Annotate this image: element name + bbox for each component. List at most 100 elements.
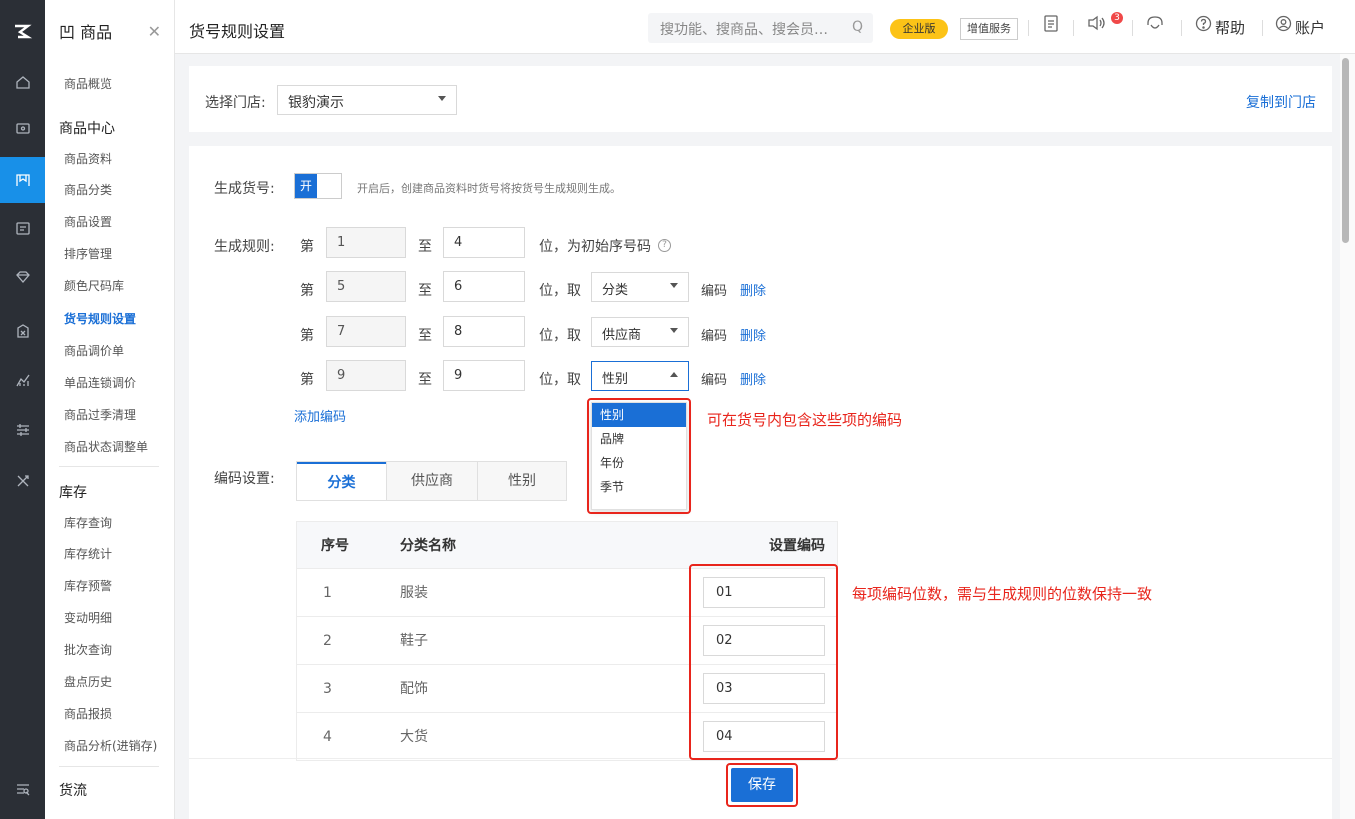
nav-item[interactable]: 商品概览 xyxy=(64,75,112,92)
nav-item[interactable]: 单品连锁调价 xyxy=(64,374,136,391)
close-icon[interactable]: ✕ xyxy=(148,22,161,41)
rule-take: 位，取 xyxy=(539,283,581,299)
stats-icon[interactable] xyxy=(0,308,45,354)
member-card-icon[interactable] xyxy=(0,205,45,251)
nav-divider xyxy=(59,466,159,467)
nav-item[interactable]: 商品分析(进销存) xyxy=(64,737,157,754)
nav-section[interactable]: 商品中心 xyxy=(59,118,115,138)
nav-item[interactable]: 库存预警 xyxy=(64,577,112,594)
nav-item[interactable]: 商品设置 xyxy=(64,213,112,230)
rule-to-input[interactable]: 8 xyxy=(443,316,525,347)
filter-icon[interactable] xyxy=(0,407,45,453)
value-service-button[interactable]: 增值服务 xyxy=(960,18,1018,40)
goods-icon[interactable] xyxy=(0,157,45,203)
rule-type-value: 性别 xyxy=(602,372,629,387)
scrollbar-thumb[interactable] xyxy=(1342,58,1349,243)
row-no: 2 xyxy=(323,633,332,649)
rule-di: 第 xyxy=(300,239,314,255)
delete-link[interactable]: 删除 xyxy=(740,280,766,299)
question-icon[interactable]: ? xyxy=(658,239,671,252)
search-input[interactable]: 搜功能、搜商品、搜会员… Q xyxy=(648,13,873,43)
search-icon[interactable]: Q xyxy=(852,19,863,35)
chart-icon[interactable] xyxy=(0,357,45,403)
nav-item[interactable]: 批次查询 xyxy=(64,641,112,658)
nav-item[interactable]: 商品调价单 xyxy=(64,342,124,359)
add-code-link[interactable]: 添加编码 xyxy=(294,406,346,425)
home-icon[interactable] xyxy=(0,59,45,105)
rule-type-select[interactable]: 分类 xyxy=(591,272,689,302)
nav-item-active[interactable]: 货号规则设置 xyxy=(64,310,136,327)
clipboard-icon[interactable] xyxy=(1043,14,1059,36)
rule-to-input[interactable]: 4 xyxy=(443,227,525,258)
rule-take: 位，取 xyxy=(539,328,581,344)
nav-item[interactable]: 商品资料 xyxy=(64,150,112,167)
row-name: 配饰 xyxy=(400,681,428,697)
rule-di: 第 xyxy=(300,328,314,344)
divider xyxy=(1028,20,1029,36)
chevron-down-icon xyxy=(670,328,678,333)
generate-toggle[interactable]: 开 xyxy=(294,173,342,199)
logo-icon[interactable] xyxy=(0,0,45,62)
delete-link[interactable]: 删除 xyxy=(740,325,766,344)
nav-item[interactable]: 商品状态调整单 xyxy=(64,438,148,455)
nav-item[interactable]: 盘点历史 xyxy=(64,673,112,690)
nav-item[interactable]: 商品分类 xyxy=(64,181,112,198)
tab-category[interactable]: 分类 xyxy=(297,462,386,500)
nav-divider xyxy=(59,766,159,767)
rule-di: 第 xyxy=(300,372,314,388)
wallet-icon[interactable] xyxy=(0,105,45,151)
row-no: 3 xyxy=(323,681,332,697)
rule-type-value: 供应商 xyxy=(602,328,642,343)
tab-supplier[interactable]: 供应商 xyxy=(386,462,477,500)
rule-from-input[interactable]: 1 xyxy=(326,227,406,258)
search-placeholder: 搜功能、搜商品、搜会员… xyxy=(660,22,828,38)
speaker-icon[interactable] xyxy=(1087,14,1107,36)
delete-link[interactable]: 删除 xyxy=(740,369,766,388)
column-header: 分类名称 xyxy=(400,538,456,554)
nav-item[interactable]: 排序管理 xyxy=(64,245,112,262)
diamond-icon[interactable] xyxy=(0,254,45,300)
rule-from-input[interactable]: 7 xyxy=(326,316,406,347)
column-header: 设置编码 xyxy=(769,538,825,554)
nav-section[interactable]: 库存 xyxy=(59,482,87,502)
code-settings-label: 编码设置: xyxy=(214,471,275,487)
rule-code-label: 编码 xyxy=(701,329,728,344)
rule-zhi: 至 xyxy=(418,239,432,255)
store-select[interactable]: 银豹演示 xyxy=(277,85,457,115)
tools-icon[interactable] xyxy=(0,458,45,504)
annotation-text: 每项编码位数，需与生成规则的位数保持一致 xyxy=(852,585,1153,603)
nav-item[interactable]: 商品报损 xyxy=(64,705,112,722)
help-link[interactable]: 帮助 xyxy=(1215,17,1245,38)
row-name: 鞋子 xyxy=(400,633,428,649)
annotation-box xyxy=(726,763,798,807)
headset-icon[interactable] xyxy=(1145,14,1165,36)
nav-item[interactable]: 库存统计 xyxy=(64,545,112,562)
rule-code-label: 编码 xyxy=(701,373,728,388)
rule-from-input[interactable]: 9 xyxy=(326,360,406,391)
rule-type-select[interactable]: 供应商 xyxy=(591,317,689,347)
page-title: 货号规则设置 xyxy=(189,22,286,41)
nav-item[interactable]: 商品过季清理 xyxy=(64,406,136,423)
nav-item[interactable]: 变动明细 xyxy=(64,609,112,626)
rule-type-select-open[interactable]: 性别 xyxy=(591,361,689,391)
rule-to-input[interactable]: 6 xyxy=(443,271,525,302)
icon-rail xyxy=(0,0,45,819)
help-icon[interactable] xyxy=(1195,15,1212,36)
rule-from-input[interactable]: 5 xyxy=(326,271,406,302)
bottom-list-icon[interactable] xyxy=(0,766,45,812)
nav-item[interactable]: 库存查询 xyxy=(64,514,112,531)
tab-gender[interactable]: 性别 xyxy=(477,462,566,500)
annotation-text: 可在货号内包含这些项的编码 xyxy=(707,411,903,429)
edition-badge[interactable]: 企业版 xyxy=(890,19,948,39)
nav-section[interactable]: 货流 xyxy=(59,780,87,800)
divider xyxy=(1132,20,1133,36)
code-tabs: 分类 供应商 性别 xyxy=(296,461,567,501)
rule-to-input[interactable]: 9 xyxy=(443,360,525,391)
user-icon[interactable] xyxy=(1275,15,1292,36)
column-header: 序号 xyxy=(321,538,349,554)
account-link[interactable]: 账户 xyxy=(1295,17,1325,38)
notification-badge: 3 xyxy=(1111,12,1123,24)
nav-item[interactable]: 颜色尺码库 xyxy=(64,277,124,294)
chevron-down-icon xyxy=(438,96,446,101)
copy-to-store-link[interactable]: 复制到门店 xyxy=(1246,92,1316,112)
